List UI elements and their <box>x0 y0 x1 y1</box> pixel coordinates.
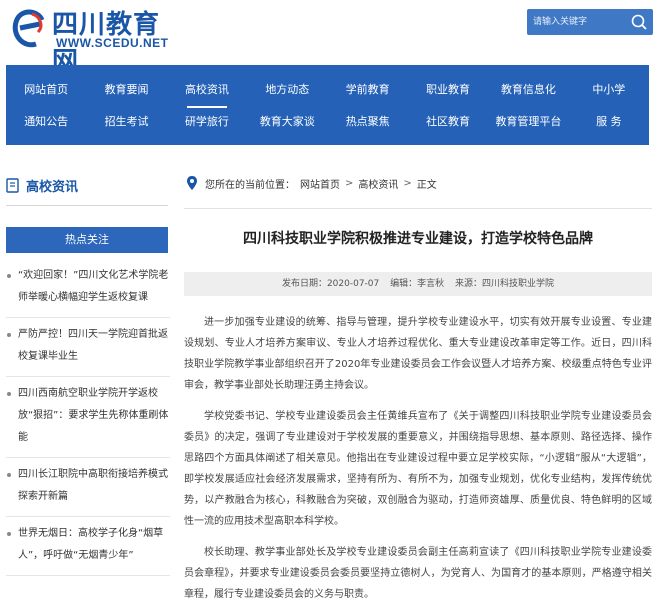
site-logo[interactable]: 四川教育网 WWW.SCEDU.NET <box>12 4 172 77</box>
nav-item-home[interactable]: 网站首页 <box>6 77 86 107</box>
nav-item-preschool[interactable]: 学前教育 <box>328 77 408 107</box>
breadcrumb: 您所在的当前位置： 网站首页 > 高校资讯 > 正文 <box>184 172 437 194</box>
article-editor: 编辑：李言秋 <box>390 279 445 289</box>
nav-row-1: 网站首页 教育要闻 高校资讯 地方动态 学前教育 职业教育 教育信息化 中小学 <box>6 77 649 108</box>
search-icon[interactable] <box>629 12 649 32</box>
bullet-dot <box>7 532 11 536</box>
article-date: 发布日期：2020-07-07 <box>281 279 380 289</box>
sidebar-heading: 高校资讯 <box>6 173 166 199</box>
site-url: WWW.SCEDU.NET <box>56 36 169 50</box>
list-item-text: “欢迎回家！”四川文化艺术学院老师举暖心横幅迎学生返校复课 <box>18 270 169 303</box>
bullet-dot <box>7 473 11 477</box>
list-item[interactable]: 四川长江职院中高职衔接培养模式探索开新篇 <box>6 464 170 517</box>
nav-item-services[interactable]: 服 务 <box>569 109 649 139</box>
nav-item-hot-topics[interactable]: 热点聚焦 <box>328 109 408 139</box>
article-paragraph: 学校党委书记、学校专业建设委员会主任黄维兵宣布了《关于调整四川科技职业学院专业建… <box>184 411 652 527</box>
nav-item-notices[interactable]: 通知公告 <box>6 109 86 139</box>
main-divider <box>184 208 652 209</box>
nav-item-university-news[interactable]: 高校资讯 <box>167 77 247 108</box>
nav-item-local-news[interactable]: 地方动态 <box>247 77 327 107</box>
list-item-text: 严防严控！四川天一学院迎首批返校复课毕业生 <box>18 329 168 362</box>
nav-item-management-platform[interactable]: 教育管理平台 <box>488 109 568 139</box>
article-paragraph: 校长助理、教学事业部处长及学校专业建设委员会副主任高莉宣读了《四川科技职业学院专… <box>184 547 652 600</box>
breadcrumb-separator: > <box>403 177 412 189</box>
nav-item-admissions[interactable]: 招生考试 <box>86 109 166 139</box>
breadcrumb-home[interactable]: 网站首页 <box>300 176 340 191</box>
document-icon <box>6 178 19 193</box>
list-item[interactable]: “欢迎回家！”四川文化艺术学院老师举暖心横幅迎学生返校复课 <box>6 265 170 318</box>
hot-news-list: “欢迎回家！”四川文化艺术学院老师举暖心横幅迎学生返校复课 严防严控！四川天一学… <box>6 265 170 582</box>
sidebar-heading-text: 高校资讯 <box>26 180 79 195</box>
search-input[interactable] <box>533 13 629 31</box>
article-source: 来源：四川科技职业学院 <box>455 279 555 289</box>
list-item-text: 四川长江职院中高职衔接培养模式探索开新篇 <box>18 469 168 502</box>
breadcrumb-separator: > <box>345 177 354 189</box>
list-item[interactable]: 严防严控！四川天一学院迎首批返校复课毕业生 <box>6 324 170 377</box>
site-header: 四川教育网 WWW.SCEDU.NET <box>0 0 655 77</box>
nav-item-k12[interactable]: 中小学 <box>569 77 649 107</box>
nav-item-community[interactable]: 社区教育 <box>408 109 488 139</box>
nav-item-vocational[interactable]: 职业教育 <box>408 77 488 107</box>
bullet-dot <box>7 274 11 278</box>
bullet-dot <box>7 333 11 337</box>
breadcrumb-prefix: 您所在的当前位置： <box>205 179 295 191</box>
breadcrumb-current: 正文 <box>416 179 437 191</box>
article-body: 进一步加强专业建设的统筹、指导与管理，提升学校专业建设水平，切实有效开展专业设置… <box>184 312 652 607</box>
location-pin-icon <box>187 176 197 190</box>
nav-item-education-news[interactable]: 教育要闻 <box>86 77 166 107</box>
sidebar-divider <box>6 205 168 206</box>
bullet-dot <box>7 392 11 396</box>
list-item[interactable]: 世界无烟日：高校学子化身“烟草人”，呼吁做“无烟青少年” <box>6 523 170 576</box>
article-meta: 发布日期：2020-07-07 编辑：李言秋 来源：四川科技职业学院 <box>184 272 652 296</box>
hot-topics-bar: 热点关注 <box>6 227 168 253</box>
list-item-text: 四川西南航空职业学院开学返校放“狠招”：要求学生先称体重刷体能 <box>18 388 169 443</box>
nav-item-discussion[interactable]: 教育大家谈 <box>247 109 327 139</box>
logo-e-icon <box>12 9 45 48</box>
list-item[interactable]: 四川西南航空职业学院开学返校放“狠招”：要求学生先称体重刷体能 <box>6 383 170 458</box>
search-box <box>527 9 653 35</box>
nav-row-2: 通知公告 招生考试 研学旅行 教育大家谈 热点聚焦 社区教育 教育管理平台 服 … <box>6 109 649 139</box>
main-nav: 网站首页 教育要闻 高校资讯 地方动态 学前教育 职业教育 教育信息化 中小学 … <box>6 65 649 145</box>
list-item-text: 世界无烟日：高校学子化身“烟草人”，呼吁做“无烟青少年” <box>18 528 164 561</box>
nav-item-study-tour[interactable]: 研学旅行 <box>167 109 247 139</box>
nav-item-edu-it[interactable]: 教育信息化 <box>488 77 568 107</box>
breadcrumb-university-news[interactable]: 高校资讯 <box>358 176 398 191</box>
article-paragraph: 进一步加强专业建设的统筹、指导与管理，提升学校专业建设水平，切实有效开展专业设置… <box>184 317 652 391</box>
article-title: 四川科技职业学院积极推进专业建设，打造学校特色品牌 <box>243 231 593 247</box>
